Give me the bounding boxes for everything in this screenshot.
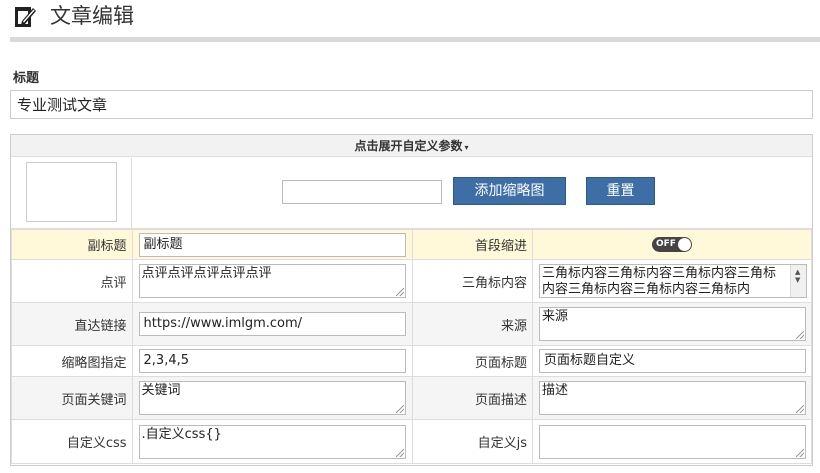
scroll-up-icon[interactable]: ▲ <box>795 268 800 276</box>
custom-params-toggle[interactable]: 点击展开自定义参数 ▾ <box>11 135 812 157</box>
resize-handle[interactable] <box>395 288 404 296</box>
divider <box>131 158 132 229</box>
direct-link-input[interactable]: https://www.imlgm.com/ <box>138 312 406 336</box>
page-title-label: 页面标题 <box>411 345 533 377</box>
edit-icon <box>15 7 36 27</box>
table-row: 页面关键词 关键词 页面描述 描述 <box>11 376 812 420</box>
page-keywords-label: 页面关键词 <box>11 376 133 420</box>
triangle-label: 三角标内容 <box>411 259 533 303</box>
custom-js-label: 自定义js <box>411 419 533 464</box>
page-title: 文章编辑 <box>50 4 134 28</box>
thumb-spec-label: 缩略图指定 <box>11 345 133 377</box>
subtitle-label: 副标题 <box>11 229 133 260</box>
review-label: 点评 <box>11 259 133 303</box>
triangle-value: 三角标内容三角标内容三角标内容三角标内容三角标内容三角标内容三角标内 <box>542 266 777 297</box>
title-input[interactable] <box>10 90 813 119</box>
review-value: 点评点评点评点评点评 <box>141 266 272 281</box>
source-label: 来源 <box>411 302 533 346</box>
page-desc-textarea[interactable]: 描述 <box>539 381 806 415</box>
direct-link-label: 直达链接 <box>11 302 133 346</box>
custom-params-toggle-label: 点击展开自定义参数 <box>354 139 463 153</box>
thumbnail-url-input[interactable] <box>282 180 442 204</box>
resize-handle[interactable] <box>796 331 804 339</box>
table-row: 副标题 副标题 首段缩进 OFF <box>11 229 812 260</box>
table-row: 点评 点评点评点评点评点评 三角标内容 三角标内容三角标内容三角标内容三角标内容… <box>11 259 812 303</box>
scrollbar[interactable]: ▲ ▼ <box>790 265 806 297</box>
page-desc-value: 描述 <box>542 383 569 398</box>
thumb-spec-input[interactable]: 2,3,4,5 <box>138 349 406 373</box>
resize-handle[interactable] <box>395 448 404 457</box>
table-row: 缩略图指定 2,3,4,5 页面标题 页面标题自定义 <box>11 345 812 377</box>
page-keywords-textarea[interactable]: 关键词 <box>138 381 406 415</box>
table-row: 直达链接 https://www.imlgm.com/ 来源 来源 <box>11 302 812 346</box>
resize-handle[interactable] <box>395 405 404 413</box>
page-keywords-value: 关键词 <box>141 383 181 398</box>
custom-css-textarea[interactable]: .自定义css{} <box>138 424 406 459</box>
table-row: 自定义css .自定义css{} 自定义js <box>11 419 812 464</box>
review-textarea[interactable]: 点评点评点评点评点评 <box>138 264 406 298</box>
first-indent-label: 首段缩进 <box>411 229 533 260</box>
custom-css-value: .自定义css{} <box>141 426 222 442</box>
toggle-state: OFF <box>656 239 676 249</box>
source-textarea[interactable]: 来源 <box>539 307 806 341</box>
source-value: 来源 <box>542 309 569 324</box>
custom-params-panel: 点击展开自定义参数 ▾ 添加缩略图 重置 副标题 副标题 首段缩进 OFF 点评 … <box>10 134 813 466</box>
resize-handle[interactable] <box>796 405 804 413</box>
thumbnail-preview <box>26 162 117 222</box>
chevron-down-icon: ▾ <box>464 143 469 152</box>
add-thumbnail-button[interactable]: 添加缩略图 <box>453 177 566 205</box>
page-desc-label: 页面描述 <box>411 376 533 420</box>
toggle-knob <box>678 238 691 251</box>
first-indent-toggle[interactable]: OFF <box>652 237 692 252</box>
page-title-input[interactable]: 页面标题自定义 <box>539 349 806 373</box>
subtitle-input[interactable]: 副标题 <box>138 232 406 257</box>
page-header: 文章编辑 <box>10 0 820 42</box>
params-table: 副标题 副标题 首段缩进 OFF 点评 点评点评点评点评点评 三角标内容 三角标… <box>11 229 812 464</box>
custom-js-textarea[interactable] <box>539 424 806 459</box>
custom-css-label: 自定义css <box>11 419 133 464</box>
triangle-textarea[interactable]: 三角标内容三角标内容三角标内容三角标内容三角标内容三角标内容三角标内 ▲ ▼ <box>539 264 807 298</box>
resize-handle[interactable] <box>796 448 804 457</box>
scroll-down-icon[interactable]: ▼ <box>795 276 800 284</box>
reset-button[interactable]: 重置 <box>586 177 655 205</box>
title-label: 标题 <box>13 71 40 86</box>
thumbnail-row: 添加缩略图 重置 <box>11 158 812 229</box>
